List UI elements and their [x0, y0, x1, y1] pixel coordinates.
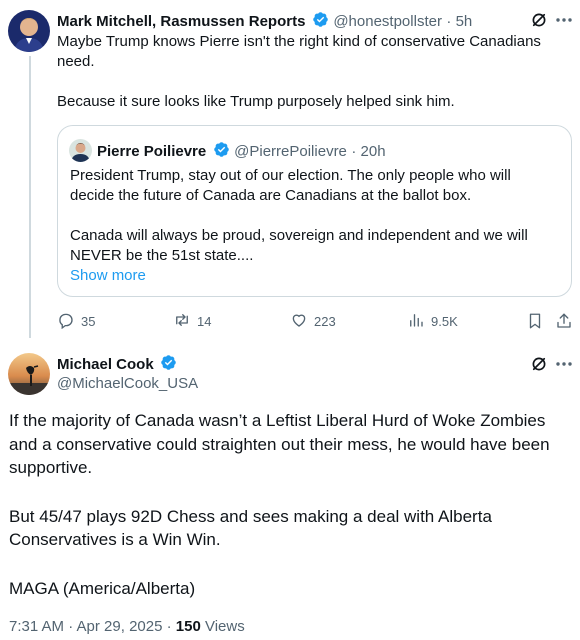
text-line: and a conservative could straighten out …	[9, 434, 550, 454]
reply-icon	[57, 311, 75, 332]
avatar-michael-cook[interactable]	[8, 353, 50, 395]
verified-badge-icon	[213, 141, 230, 163]
repost-icon	[173, 311, 191, 332]
tweet-timestamp-row: 7:31 AM · Apr 29, 2025 · 150 Views	[9, 618, 245, 635]
more-icon[interactable]	[553, 354, 575, 374]
quoted-tweet-header: Pierre Poilievre @PierrePoilievre · 20h	[97, 141, 386, 163]
views-button[interactable]: 9.5K	[407, 311, 458, 332]
quoted-author-handle[interactable]: @PierrePoilievre	[234, 143, 347, 160]
text-line: Canada will always be proud, sovereign a…	[70, 227, 528, 244]
bookmark-icon[interactable]	[525, 311, 545, 331]
reply-button[interactable]: 35	[57, 311, 95, 332]
main-tweet-text: If the majority of Canada wasn’t a Lefti…	[9, 409, 550, 600]
quoted-tweet-card[interactable]: Pierre Poilievre @PierrePoilievre · 20h …	[57, 125, 572, 297]
text-line: Conservatives is a Win Win.	[9, 530, 221, 549]
text-line: NEVER be the 51st state....	[70, 247, 254, 264]
author-name[interactable]: Michael Cook	[57, 356, 154, 373]
avatar-mark-mitchell[interactable]	[8, 10, 50, 52]
quoted-tweet-time[interactable]: · 20h	[351, 143, 385, 160]
like-button[interactable]: 223	[290, 311, 336, 332]
text-line: MAGA (America/Alberta)	[9, 578, 196, 598]
text-line: need.	[57, 53, 95, 70]
text-line: supportive.	[9, 458, 93, 477]
like-icon	[290, 311, 308, 332]
more-icon[interactable]	[553, 10, 575, 30]
main-tweet-author: Michael Cook	[57, 354, 177, 376]
reply-tweet-text: Maybe Trump knows Pierre isn't the right…	[57, 32, 541, 112]
author-handle[interactable]: @MichaelCook_USA	[57, 375, 198, 392]
views-label: Views	[200, 618, 245, 635]
tweet-time[interactable]: · 5h	[446, 13, 472, 30]
show-more-link[interactable]: Show more	[70, 266, 528, 286]
views-icon	[407, 311, 425, 332]
author-name[interactable]: Mark Mitchell, Rasmussen Reports	[57, 13, 305, 30]
thread-line	[29, 56, 31, 338]
share-icon[interactable]	[554, 311, 574, 331]
verified-badge-icon	[160, 354, 177, 376]
views-count: 150	[175, 618, 201, 635]
repost-count: 14	[197, 314, 212, 329]
text-line: Maybe Trump knows Pierre isn't the right…	[57, 33, 541, 50]
verified-badge-icon	[312, 11, 329, 33]
quoted-tweet-text: President Trump, stay out of our electio…	[70, 166, 528, 286]
repost-button[interactable]: 14	[173, 311, 211, 332]
quoted-author-name[interactable]: Pierre Poilievre	[97, 143, 206, 160]
text-line: President Trump, stay out of our electio…	[70, 167, 511, 184]
avatar-pierre-poilievre[interactable]	[69, 139, 92, 162]
grok-icon[interactable]	[529, 10, 549, 30]
like-count: 223	[314, 314, 336, 329]
reply-tweet-header: Mark Mitchell, Rasmussen Reports @honest…	[57, 11, 472, 33]
reply-count: 35	[81, 314, 96, 329]
text-line: Because it sure looks like Trump purpose…	[57, 93, 455, 110]
views-count: 9.5K	[431, 314, 458, 329]
text-line: But 45/47 plays 92D Chess and sees makin…	[9, 506, 492, 526]
text-line: If the majority of Canada wasn’t a Lefti…	[9, 411, 546, 430]
tweet-timestamp[interactable]: 7:31 AM · Apr 29, 2025 ·	[9, 618, 176, 635]
grok-icon[interactable]	[529, 354, 549, 374]
text-line: decide the future of Canada are Canadian…	[70, 187, 472, 204]
author-handle[interactable]: @honestpollster	[333, 13, 442, 30]
